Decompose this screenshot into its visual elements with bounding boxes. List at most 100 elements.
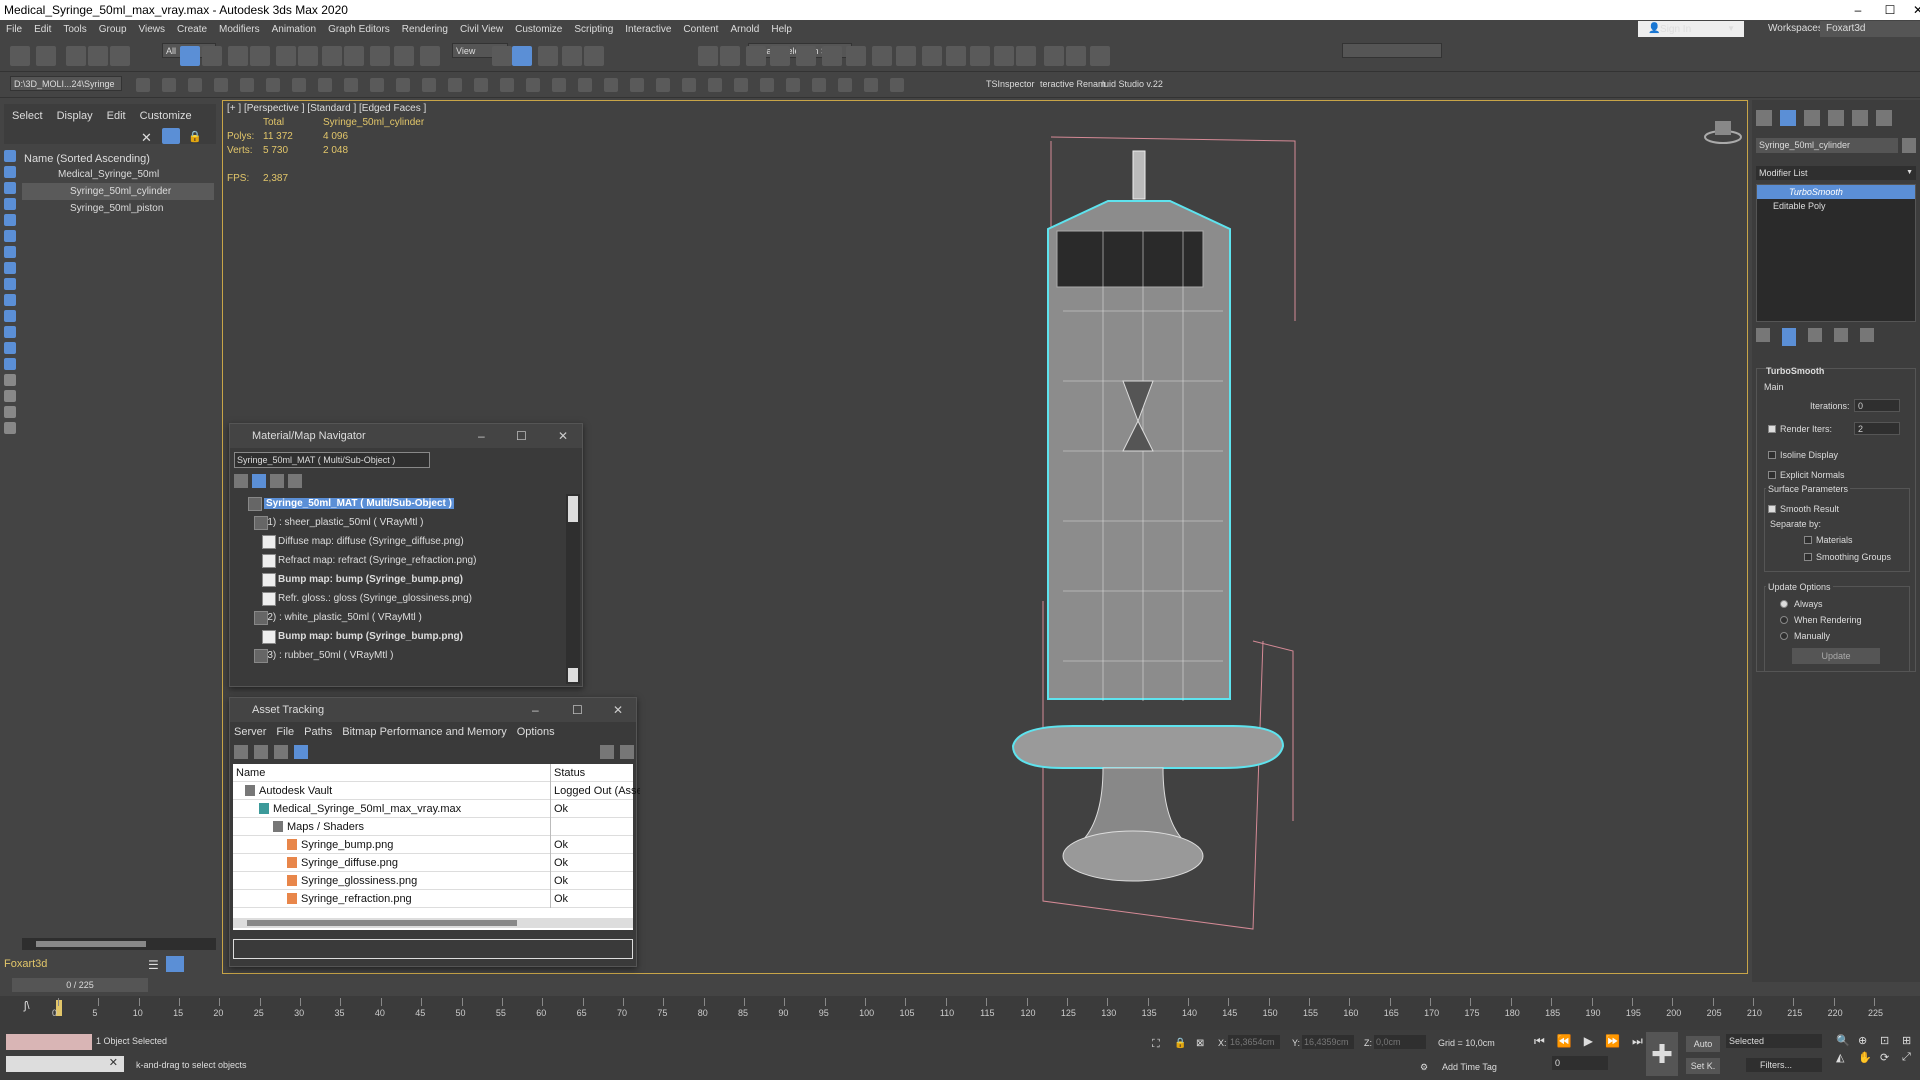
column-name[interactable]: Name bbox=[233, 767, 265, 779]
table-row[interactable]: Syringe_bump.png Ok bbox=[233, 836, 633, 854]
extension-tool-icon[interactable] bbox=[448, 78, 462, 92]
previous-frame-icon[interactable]: ⏪ bbox=[1557, 1034, 1572, 1049]
z-coordinate-field[interactable]: 0,0cm bbox=[1374, 1035, 1426, 1049]
menu-modifiers[interactable]: Modifiers bbox=[213, 24, 266, 35]
lock-icon[interactable]: 🔒 bbox=[188, 130, 202, 143]
close-button[interactable]: ✕ bbox=[558, 424, 568, 448]
explorer-filter-icon[interactable] bbox=[4, 246, 16, 258]
display-tab-icon[interactable] bbox=[1852, 110, 1868, 126]
help-icon[interactable] bbox=[600, 745, 614, 759]
table-row[interactable]: Syringe_diffuse.png Ok bbox=[233, 854, 633, 872]
x-coordinate-field[interactable]: 16,3654cm bbox=[1228, 1035, 1280, 1049]
extension-tool-icon[interactable] bbox=[864, 78, 878, 92]
extension-tool-icon[interactable] bbox=[526, 78, 540, 92]
asset-menu-0[interactable]: Server bbox=[234, 726, 266, 738]
use-pivot-icon[interactable] bbox=[370, 46, 390, 66]
tab-edit[interactable]: Edit bbox=[107, 110, 126, 122]
project-path-dropdown[interactable]: D:\3D_MOLI...24\Syringe bbox=[10, 76, 122, 91]
material-tree-item[interactable]: Bump map: bump (Syringe_bump.png) bbox=[236, 627, 566, 646]
current-frame-field[interactable]: 0 bbox=[1552, 1056, 1608, 1070]
extension-tool-icon[interactable] bbox=[240, 78, 254, 92]
mirror-icon[interactable] bbox=[698, 46, 718, 66]
next-frame-icon[interactable]: ⏩ bbox=[1605, 1034, 1620, 1049]
checkin-icon[interactable] bbox=[274, 745, 288, 759]
curve-editor-icon[interactable] bbox=[822, 46, 842, 66]
asset-tracking-titlebar[interactable]: Asset Tracking – ☐ ✕ bbox=[230, 698, 636, 722]
explorer-toggle-icon[interactable] bbox=[166, 956, 184, 972]
material-navigator-titlebar[interactable]: Material/Map Navigator – ☐ ✕ bbox=[230, 424, 582, 448]
clear-search-icon[interactable]: ✕ bbox=[141, 130, 152, 146]
render-icon[interactable] bbox=[946, 46, 966, 66]
pan-icon[interactable]: ✋ bbox=[1858, 1051, 1876, 1064]
explorer-filter-icon[interactable] bbox=[4, 358, 16, 370]
explorer-filter-icon[interactable] bbox=[4, 342, 16, 354]
create-tab-icon[interactable] bbox=[1756, 110, 1772, 126]
material-tree-scrollbar[interactable] bbox=[566, 494, 580, 684]
extension-tool-icon[interactable] bbox=[734, 78, 748, 92]
menu-rendering[interactable]: Rendering bbox=[396, 24, 454, 35]
maxscript-listener[interactable] bbox=[6, 1034, 92, 1050]
key-filters-button[interactable]: Filters... bbox=[1746, 1058, 1822, 1072]
material-tree-item[interactable]: Syringe_50ml_MAT ( Multi/Sub-Object ) bbox=[236, 494, 566, 513]
render-setup-icon[interactable] bbox=[896, 46, 916, 66]
material-tree-item[interactable]: (3) : rubber_50ml ( VRayMtl ) bbox=[236, 646, 566, 665]
always-radio[interactable] bbox=[1780, 600, 1788, 608]
menu-tools[interactable]: Tools bbox=[57, 24, 92, 35]
extension-tool-icon[interactable] bbox=[578, 78, 592, 92]
show-end-result-icon[interactable] bbox=[1782, 328, 1796, 346]
align-icon[interactable] bbox=[720, 46, 740, 66]
extension-tool-icon[interactable] bbox=[890, 78, 904, 92]
go-to-end-icon[interactable]: ⏭ bbox=[1632, 1034, 1643, 1049]
isolate-icon[interactable]: ⛶ bbox=[1152, 1038, 1160, 1051]
menu-interactive[interactable]: Interactive bbox=[619, 24, 677, 35]
render-iters-checkbox[interactable] bbox=[1768, 425, 1776, 433]
settings-icon[interactable] bbox=[620, 745, 634, 759]
placement-icon[interactable] bbox=[344, 46, 364, 66]
small-icons-icon[interactable] bbox=[270, 474, 284, 488]
go-to-start-icon[interactable]: ⏮ bbox=[1534, 1034, 1545, 1049]
text-b-icon[interactable] bbox=[1066, 46, 1086, 66]
menu-customize[interactable]: Customize bbox=[509, 24, 568, 35]
explicit-normals-checkbox[interactable] bbox=[1768, 471, 1776, 479]
extension-tool-icon[interactable] bbox=[682, 78, 696, 92]
extension-tool-icon[interactable] bbox=[812, 78, 826, 92]
when-rendering-radio[interactable] bbox=[1780, 616, 1788, 624]
link-icon[interactable] bbox=[66, 46, 86, 66]
motion-tab-icon[interactable] bbox=[1828, 110, 1844, 126]
close-button[interactable]: ✕ bbox=[1900, 0, 1920, 20]
explorer-filter-icon[interactable] bbox=[4, 214, 16, 226]
stack-item-turbosmooth[interactable]: TurboSmooth bbox=[1757, 185, 1915, 199]
modifier-list-dropdown[interactable]: Modifier List ▼ bbox=[1756, 166, 1916, 180]
refresh-icon[interactable] bbox=[234, 745, 248, 759]
tab-select[interactable]: Select bbox=[12, 110, 43, 122]
extension-tool-icon[interactable] bbox=[396, 78, 410, 92]
menu-content[interactable]: Content bbox=[677, 24, 724, 35]
list-view-icon[interactable] bbox=[234, 474, 248, 488]
scene-explorer-scrollbar[interactable] bbox=[22, 938, 216, 950]
spinner-snap-icon[interactable] bbox=[562, 46, 582, 66]
render-iterative-icon[interactable] bbox=[970, 46, 990, 66]
explorer-filter-icon[interactable] bbox=[4, 166, 16, 178]
explorer-filter-icon[interactable] bbox=[4, 262, 16, 274]
table-row[interactable]: Syringe_refraction.png Ok bbox=[233, 890, 633, 908]
object-color-swatch[interactable] bbox=[1902, 138, 1916, 153]
explorer-filter-icon[interactable] bbox=[4, 230, 16, 242]
asset-path-field[interactable] bbox=[233, 939, 633, 959]
interactive-rename-button[interactable]: teractive Renam bbox=[1040, 79, 1106, 89]
extension-tool-icon[interactable] bbox=[344, 78, 358, 92]
tree-item-cylinder[interactable]: Syringe_50ml_cylinder bbox=[22, 183, 214, 200]
minimize-button[interactable]: – bbox=[478, 424, 485, 448]
fluid-studio-button[interactable]: luid Studio v.22 bbox=[1102, 79, 1163, 89]
extension-tool-icon[interactable] bbox=[708, 78, 722, 92]
explorer-filter-icon[interactable] bbox=[4, 182, 16, 194]
unlink-icon[interactable] bbox=[88, 46, 108, 66]
select-by-name-icon[interactable] bbox=[202, 46, 222, 66]
menu-graph-editors[interactable]: Graph Editors bbox=[322, 24, 396, 35]
menu-create[interactable]: Create bbox=[171, 24, 213, 35]
column-status[interactable]: Status bbox=[550, 764, 640, 782]
percent-snap-icon[interactable] bbox=[538, 46, 558, 66]
maximize-button[interactable]: ☐ bbox=[516, 424, 527, 448]
toggle-layer-explorer-icon[interactable] bbox=[770, 46, 790, 66]
set-key-button[interactable]: Set K. bbox=[1686, 1058, 1720, 1074]
explorer-filter-icon[interactable] bbox=[4, 422, 16, 434]
